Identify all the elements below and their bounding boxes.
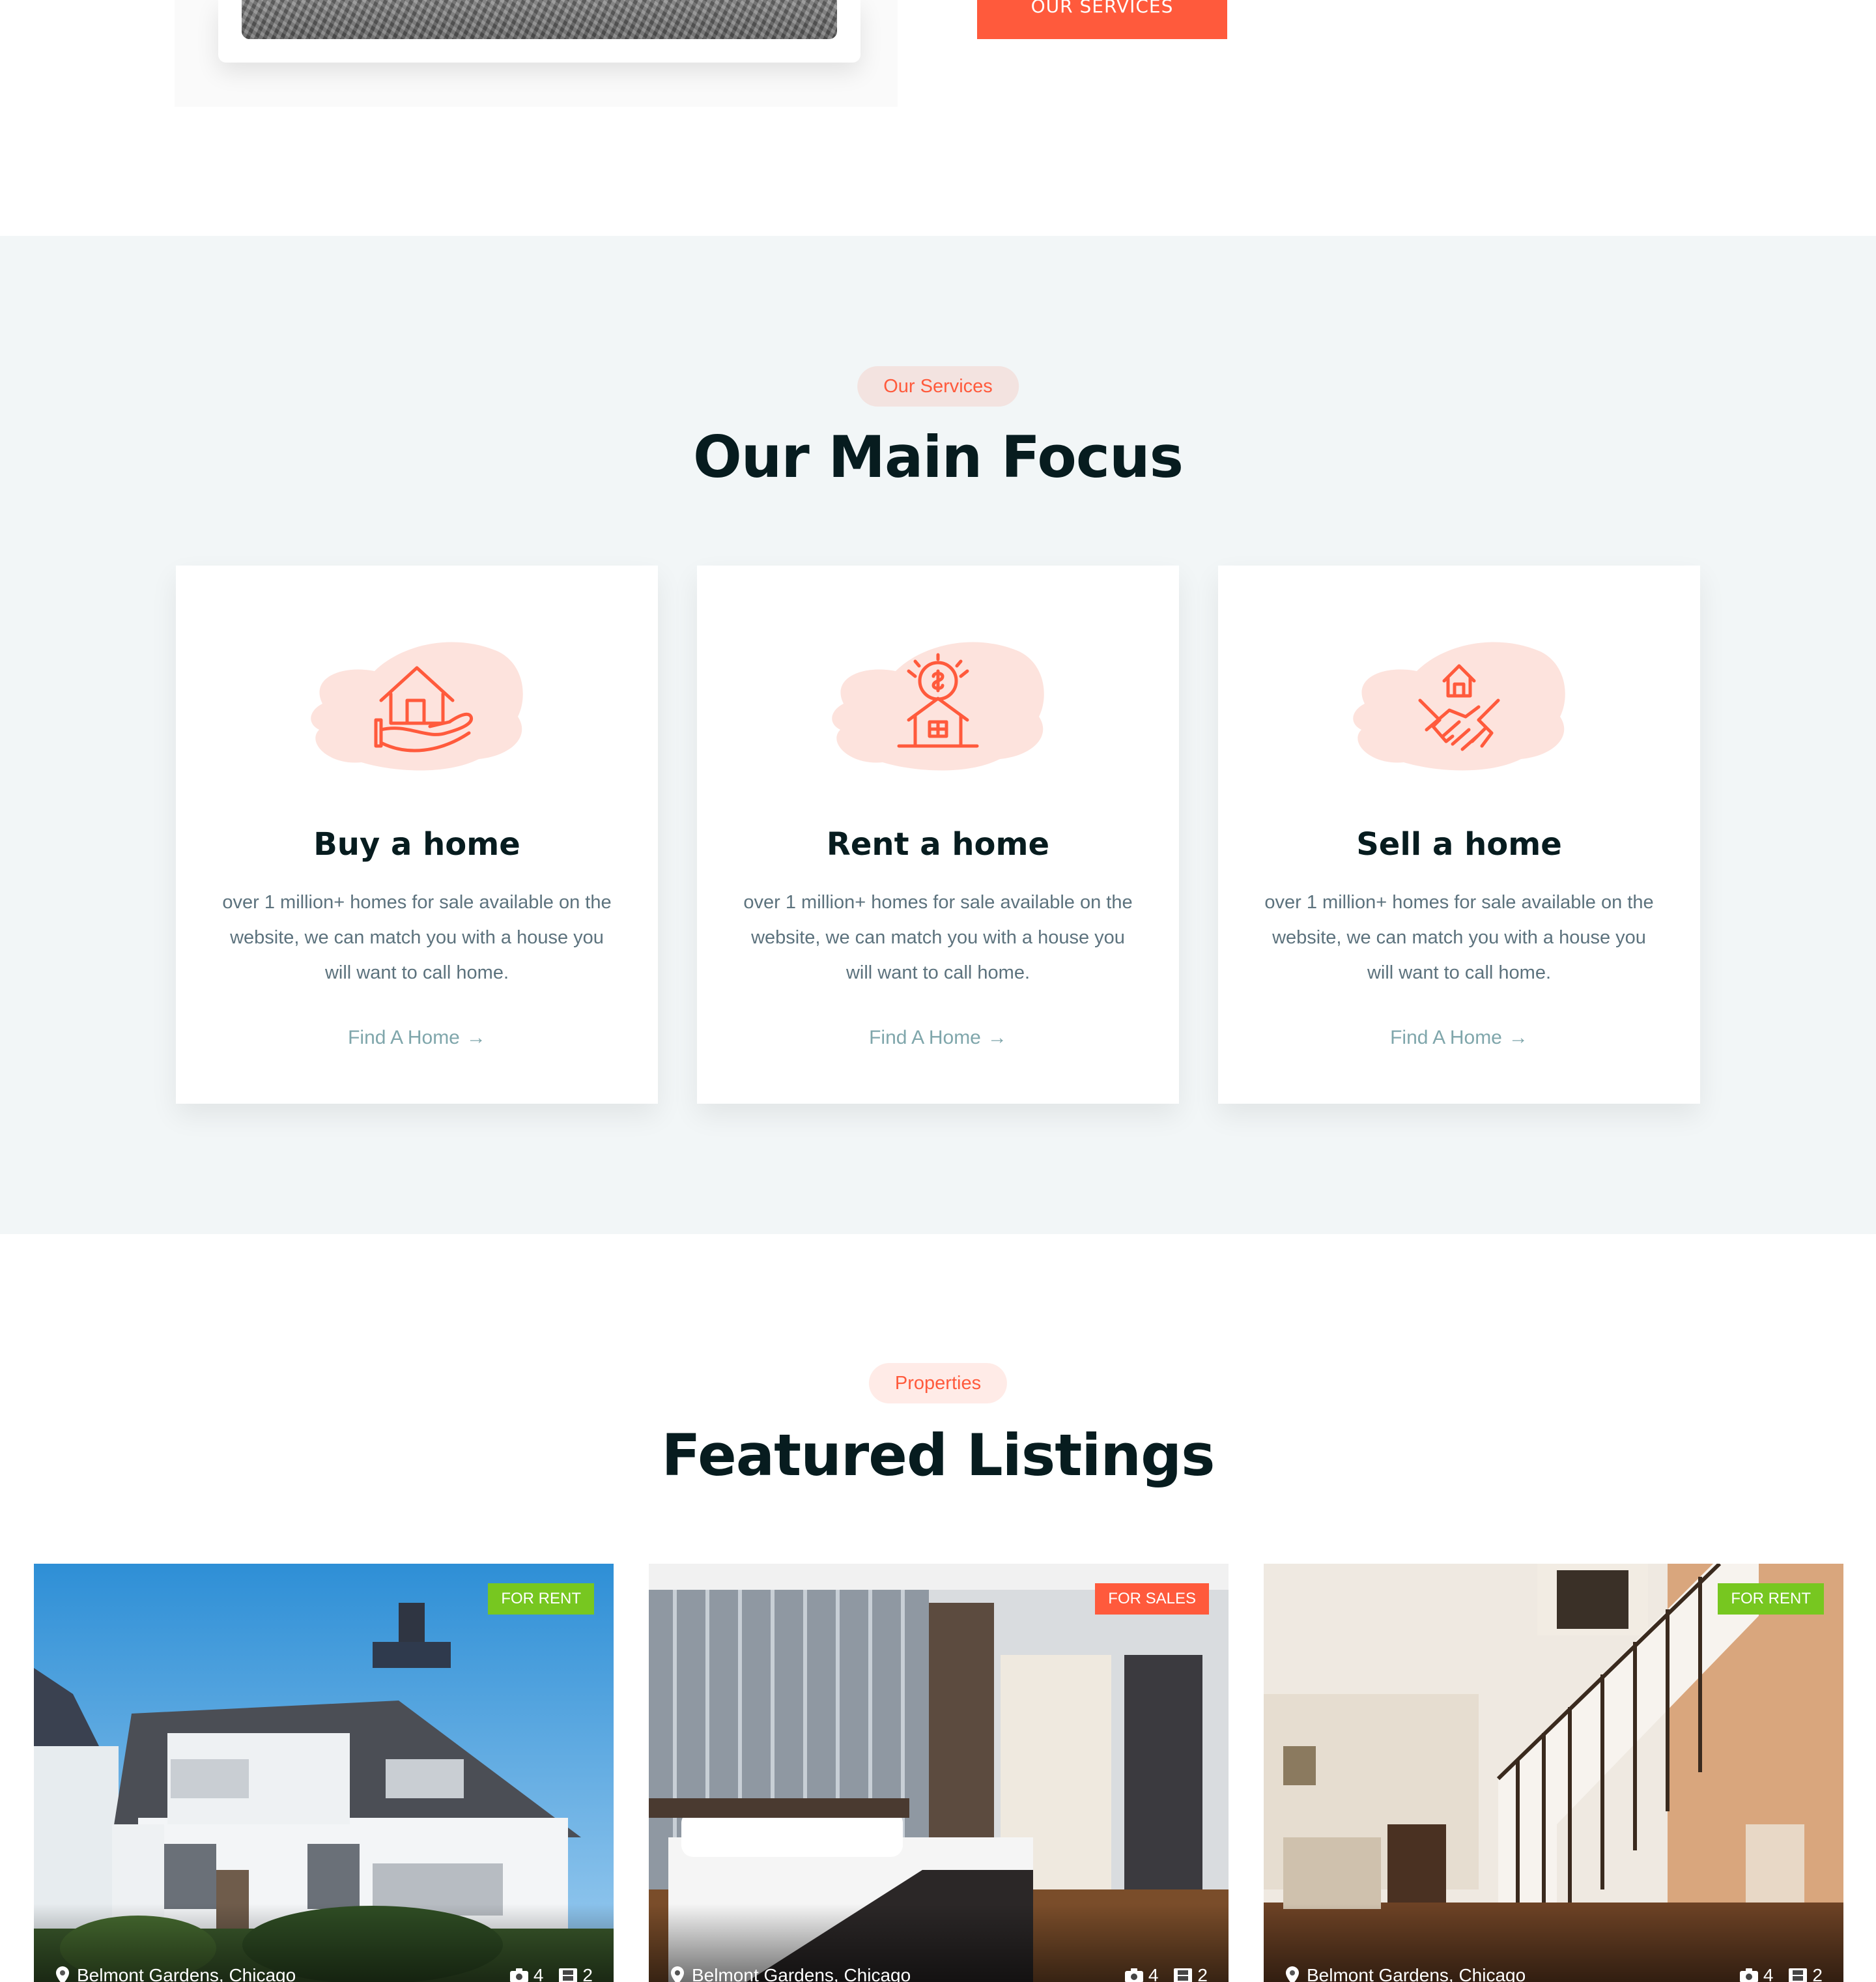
find-a-home-label: Find A Home xyxy=(869,1027,981,1048)
arrow-right-icon: → xyxy=(1508,1027,1528,1048)
service-card-title: Sell a home xyxy=(1356,826,1562,863)
listing-location-text: Belmont Gardens, Chicago xyxy=(77,1965,296,1982)
listing-card[interactable]: FOR SALES Belmont Gardens, Chicago 4 2 xyxy=(649,1564,1229,1982)
hand-holding-house-icon xyxy=(303,625,531,775)
listing-meta-overlay: Belmont Gardens, Chicago 4 2 xyxy=(649,1904,1229,1982)
video-count[interactable]: 2 xyxy=(1174,1965,1208,1982)
listing-status-badge: FOR SALES xyxy=(1095,1583,1209,1615)
map-pin-icon xyxy=(671,1966,684,1982)
listing-card[interactable]: FOR RENT Belmont Gardens, Chicago 4 2 xyxy=(1264,1564,1843,1982)
services-section: Our Services Our Main Focus Buy a home o… xyxy=(0,236,1876,1234)
listing-stats: 4 2 xyxy=(1731,1965,1823,1982)
listing-stats: 4 2 xyxy=(1116,1965,1208,1982)
photo-count[interactable]: 4 xyxy=(509,1965,544,1982)
service-card-description: over 1 million+ homes for sale available… xyxy=(222,892,612,983)
listing-card[interactable]: FOR RENT Belmont Gardens, Chicago 4 2 xyxy=(34,1564,614,1982)
listings-eyebrow: Properties xyxy=(868,1363,1008,1403)
find-a-home-label: Find A Home xyxy=(1390,1027,1502,1048)
listing-location-text: Belmont Gardens, Chicago xyxy=(1307,1965,1526,1982)
listing-location-text: Belmont Gardens, Chicago xyxy=(692,1965,911,1982)
find-a-home-link[interactable]: Find A Home → xyxy=(1218,1027,1700,1049)
service-card-description: over 1 million+ homes for sale available… xyxy=(743,892,1133,983)
camera-icon xyxy=(1739,1968,1758,1982)
listing-meta-overlay: Belmont Gardens, Chicago 4 2 xyxy=(1264,1904,1843,1982)
hero-section: OUR SERVICES xyxy=(0,0,1876,236)
listing-status-badge: FOR RENT xyxy=(488,1583,594,1615)
find-a-home-label: Find A Home xyxy=(348,1027,460,1048)
photo-count-value: 4 xyxy=(1763,1965,1774,1982)
arrow-right-icon: → xyxy=(466,1027,486,1048)
photo-count[interactable]: 4 xyxy=(1124,1965,1159,1982)
listing-location: Belmont Gardens, Chicago xyxy=(671,1965,911,1982)
film-icon xyxy=(1174,1968,1193,1982)
service-card-description: over 1 million+ homes for sale available… xyxy=(1264,892,1654,983)
arrow-right-icon: → xyxy=(987,1027,1007,1048)
film-icon xyxy=(1789,1968,1808,1982)
service-card-title: Buy a home xyxy=(313,826,520,863)
service-card-sell: Sell a home over 1 million+ homes for sa… xyxy=(1218,566,1700,1104)
find-a-home-link[interactable]: Find A Home → xyxy=(697,1027,1179,1049)
services-eyebrow: Our Services xyxy=(857,366,1019,407)
service-card-rent: Rent a home over 1 million+ homes for sa… xyxy=(697,566,1179,1104)
listing-status-badge: FOR RENT xyxy=(1718,1583,1824,1615)
video-count[interactable]: 2 xyxy=(1789,1965,1823,1982)
listing-location: Belmont Gardens, Chicago xyxy=(56,1965,296,1982)
service-card-buy: Buy a home over 1 million+ homes for sal… xyxy=(176,566,658,1104)
hero-image xyxy=(242,0,837,39)
our-services-button[interactable]: OUR SERVICES xyxy=(977,0,1227,39)
photo-count-value: 4 xyxy=(533,1965,544,1982)
listings-title: Featured Listings xyxy=(661,1422,1215,1489)
video-count-value: 2 xyxy=(1812,1965,1823,1982)
listing-meta-overlay: Belmont Gardens, Chicago 4 2 xyxy=(34,1904,614,1982)
find-a-home-link[interactable]: Find A Home → xyxy=(176,1027,658,1049)
photo-count[interactable]: 4 xyxy=(1739,1965,1774,1982)
map-pin-icon xyxy=(56,1966,69,1982)
map-pin-icon xyxy=(1286,1966,1299,1982)
camera-icon xyxy=(509,1968,528,1982)
hero-image-card xyxy=(218,0,860,63)
video-count-value: 2 xyxy=(1197,1965,1208,1982)
film-icon xyxy=(559,1968,578,1982)
house-with-dollar-coin-icon xyxy=(824,625,1052,775)
video-count-value: 2 xyxy=(582,1965,593,1982)
listings-section: Properties Featured Listings FOR RENT Be… xyxy=(0,1234,1876,1982)
service-card-title: Rent a home xyxy=(826,826,1050,863)
photo-count-value: 4 xyxy=(1148,1965,1159,1982)
camera-icon xyxy=(1124,1968,1143,1982)
handshake-house-icon xyxy=(1345,625,1573,775)
listing-location: Belmont Gardens, Chicago xyxy=(1286,1965,1526,1982)
listing-stats: 4 2 xyxy=(501,1965,593,1982)
services-title: Our Main Focus xyxy=(692,424,1184,491)
video-count[interactable]: 2 xyxy=(559,1965,593,1982)
